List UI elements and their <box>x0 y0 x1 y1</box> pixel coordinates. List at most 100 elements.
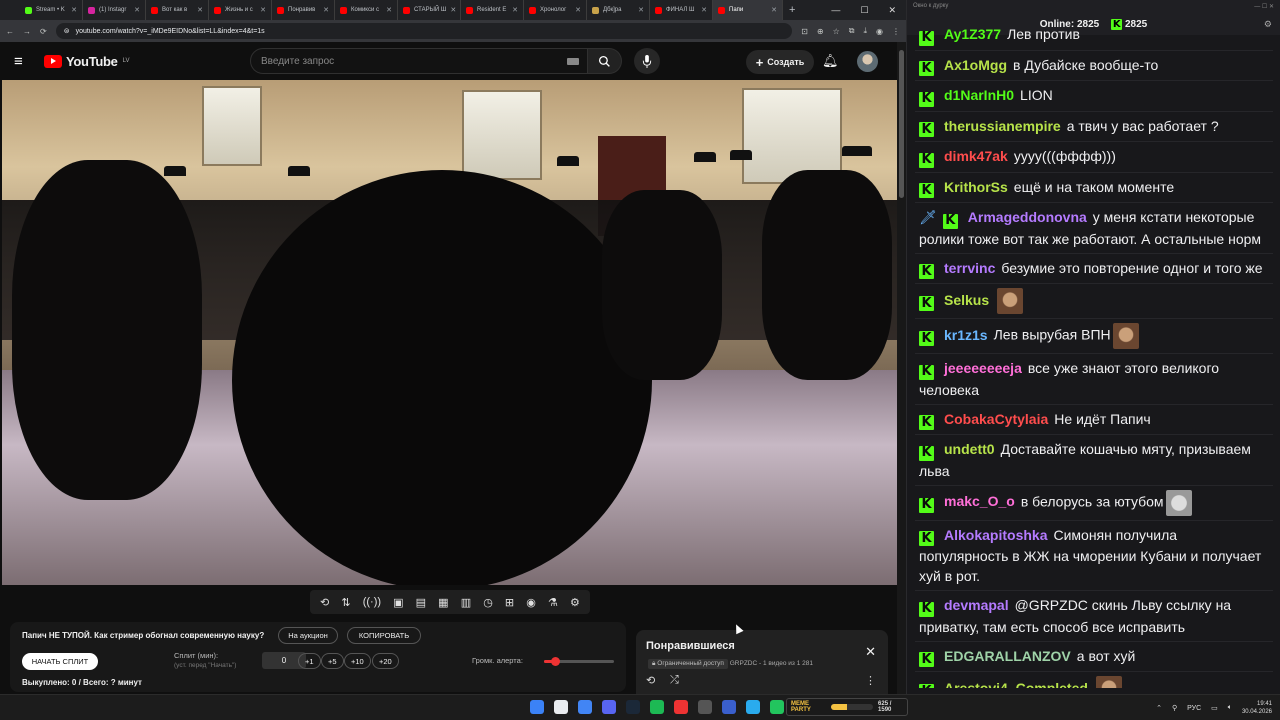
browser-tab[interactable]: Stream • K ✕ <box>20 0 83 20</box>
copy-button[interactable]: КОПИРОВАТЬ <box>347 627 421 644</box>
zoom-icon[interactable]: ⊕ <box>817 27 824 36</box>
chat-username[interactable]: CobakaCytylaia <box>944 411 1048 427</box>
menu-dots-icon[interactable]: ⋮ <box>892 27 900 36</box>
tab-close-icon[interactable]: ✕ <box>450 6 456 14</box>
shuffle-icon[interactable]: ⤮ <box>670 674 679 687</box>
tab-close-icon[interactable]: ✕ <box>197 6 203 14</box>
url-field[interactable]: ⊜ youtube.com/watch?v=_iMDe9EIDNo&list=L… <box>55 23 793 39</box>
tab-close-icon[interactable]: ✕ <box>323 6 329 14</box>
chat-username[interactable]: Arestovi4_Completed <box>944 680 1088 688</box>
alert-volume-slider[interactable] <box>544 657 614 666</box>
extension-icon[interactable]: ⧉ <box>849 26 855 36</box>
extension-control-icon[interactable]: ◉ <box>526 596 536 609</box>
tab-close-icon[interactable]: ✕ <box>638 6 644 14</box>
extension-control-icon[interactable]: ⚙ <box>570 596 580 609</box>
extension-control-icon[interactable]: ((·)) <box>363 596 381 608</box>
browser-tab[interactable]: Вот как в ✕ <box>146 0 209 20</box>
tab-close-icon[interactable]: ✕ <box>71 6 77 14</box>
playlist-title[interactable]: Понравившиеся <box>646 640 735 652</box>
keyboard-icon[interactable] <box>567 57 579 65</box>
extension-control-icon[interactable]: ◷ <box>483 596 493 609</box>
search-button[interactable] <box>588 48 622 74</box>
plus-1-button[interactable]: +1 <box>298 653 321 669</box>
chat-username[interactable]: KrithorSs <box>944 179 1008 195</box>
language-indicator[interactable]: РУС <box>1187 705 1201 712</box>
profile-icon[interactable]: ◉ <box>876 27 883 36</box>
chat-username[interactable]: Selkus <box>944 292 989 308</box>
chrome-icon[interactable] <box>578 700 592 714</box>
tab-close-icon[interactable]: ✕ <box>512 6 518 14</box>
extension-control-icon[interactable]: ▣ <box>393 596 403 609</box>
obs-icon[interactable] <box>674 700 688 714</box>
chat-username[interactable]: dimk47ak <box>944 148 1008 164</box>
extension-control-icon[interactable]: ⟲ <box>320 596 329 609</box>
tab-close-icon[interactable]: ✕ <box>701 6 707 14</box>
tray-usb-icon[interactable]: ⚲ <box>1172 704 1177 712</box>
media-player-icon[interactable] <box>722 700 736 714</box>
page-scrollbar[interactable] <box>897 42 906 694</box>
site-info-icon[interactable]: ⊜ <box>64 27 70 35</box>
chat-username[interactable]: devmapal <box>944 597 1009 613</box>
chat-username[interactable]: kr1z1s <box>944 327 988 343</box>
close-window-icon[interactable]: ✕ <box>888 5 896 16</box>
extension-control-icon[interactable]: ▤ <box>416 596 426 609</box>
youtube-logo[interactable]: YouTube LV <box>44 54 129 69</box>
meme-party-widget[interactable]: MEME PARTY 625 / 1590 <box>786 698 908 716</box>
tab-close-icon[interactable]: ✕ <box>386 6 392 14</box>
steam-icon[interactable] <box>626 700 640 714</box>
app-icon[interactable] <box>698 700 712 714</box>
back-icon[interactable]: ← <box>6 27 14 36</box>
plus-20-button[interactable]: +20 <box>372 653 399 669</box>
tab-close-icon[interactable]: ✕ <box>771 6 777 14</box>
chat-username[interactable]: terrvinc <box>944 260 995 276</box>
chat-username[interactable]: Ay1Z377 <box>944 28 1001 42</box>
chat-username[interactable]: EDGARALLANZOV <box>944 648 1071 664</box>
forward-icon[interactable]: → <box>23 27 31 36</box>
chat-username[interactable]: Armageddonovna <box>968 209 1087 225</box>
tray-chevron-icon[interactable]: ⌃ <box>1156 704 1162 712</box>
chat-username[interactable]: Ax1oMgg <box>944 57 1007 73</box>
chat-username[interactable]: therussianempire <box>944 118 1061 134</box>
start-split-button[interactable]: НАЧАТЬ СПЛИТ <box>22 653 98 670</box>
voice-search-button[interactable] <box>634 48 660 74</box>
extension-control-icon[interactable]: ⊞ <box>505 596 514 609</box>
more-options-icon[interactable]: ⋮ <box>865 674 876 687</box>
browser-tab[interactable]: Resident E ✕ <box>461 0 524 20</box>
create-button[interactable]: + Создать <box>746 50 814 74</box>
browser-tab[interactable]: Понравив ✕ <box>272 0 335 20</box>
avatar[interactable] <box>857 51 878 72</box>
browser-tab[interactable]: (1) Instagr ✕ <box>83 0 146 20</box>
install-icon[interactable]: ⊡ <box>801 27 808 36</box>
extension-control-icon[interactable]: ⇅ <box>341 596 350 609</box>
loop-icon[interactable]: ⟲ <box>646 674 655 687</box>
alert-volume-knob[interactable] <box>550 657 560 666</box>
extension-control-icon[interactable]: ▦ <box>438 596 448 609</box>
browser-tab[interactable]: Дбк]ра ✕ <box>587 0 650 20</box>
app-icon[interactable] <box>770 700 784 714</box>
menu-icon[interactable]: ≡ <box>14 53 44 70</box>
explorer-icon[interactable] <box>554 700 568 714</box>
extension-control-icon[interactable]: ▥ <box>461 596 471 609</box>
reload-icon[interactable]: ⟳ <box>40 27 47 36</box>
browser-tab[interactable]: СТАРЫЙ Ш ✕ <box>398 0 461 20</box>
search-input[interactable]: Введите запрос <box>250 48 588 74</box>
telegram-icon[interactable] <box>746 700 760 714</box>
volume-icon[interactable]: 🔈︎ <box>1228 704 1232 712</box>
start-icon[interactable] <box>530 700 544 714</box>
tab-close-icon[interactable]: ✕ <box>575 6 581 14</box>
discord-icon[interactable] <box>602 700 616 714</box>
maximize-icon[interactable]: ☐ <box>860 5 868 16</box>
network-icon[interactable]: ▭ <box>1211 704 1218 712</box>
chat-username[interactable]: undett0 <box>944 441 995 457</box>
chat-username[interactable]: d1NarInH0 <box>944 87 1014 103</box>
browser-tab[interactable]: Хронолог ✕ <box>524 0 587 20</box>
plus-5-button[interactable]: +5 <box>321 653 344 669</box>
browser-tab[interactable]: Папи ✕ <box>713 0 783 20</box>
chat-username[interactable]: Alkokapitoshka <box>944 527 1047 543</box>
minimize-icon[interactable]: — <box>831 5 840 15</box>
tab-close-icon[interactable]: ✕ <box>134 6 140 14</box>
browser-tab[interactable]: Комикси с ✕ <box>335 0 398 20</box>
download-icon[interactable]: ⤓ <box>863 26 867 36</box>
scrollbar-thumb[interactable] <box>899 50 904 198</box>
chat-messages[interactable]: K Ay1Z377 Лев против K Ax1oMgg в Дубайске воо… <box>915 28 1273 688</box>
